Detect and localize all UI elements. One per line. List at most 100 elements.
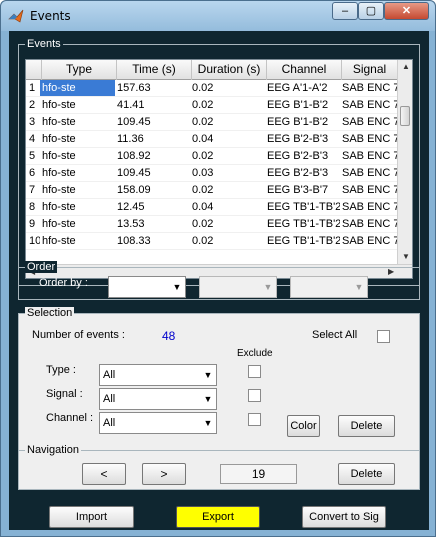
events-table[interactable]: Type Time (s) Duration (s) Channel Signa…: [25, 59, 413, 279]
row-index[interactable]: 9: [26, 216, 40, 232]
table-row[interactable]: 2 hfo-ste 41.41 0.02 EEG B'1-B'2 SAB ENC 7: [26, 97, 398, 114]
cell-time[interactable]: 108.33: [115, 233, 190, 249]
cell-duration[interactable]: 0.02: [190, 97, 265, 113]
row-index[interactable]: 1: [26, 80, 40, 96]
cell-signal[interactable]: SAB ENC 7: [340, 165, 398, 181]
cell-duration[interactable]: 0.03: [190, 165, 265, 181]
cell-type[interactable]: hfo-ste: [40, 182, 115, 198]
select-all-checkbox[interactable]: [377, 330, 390, 343]
cell-time[interactable]: 158.09: [115, 182, 190, 198]
cell-channel[interactable]: EEG B'1-B'2: [265, 97, 340, 113]
signal-exclude-checkbox[interactable]: [248, 389, 261, 402]
row-index[interactable]: 2: [26, 97, 40, 113]
table-row[interactable]: 9 hfo-ste 13.53 0.02 EEG TB'1-TB'2 SAB ENC 7: [26, 216, 398, 233]
cell-duration[interactable]: 0.02: [190, 233, 265, 249]
cell-channel[interactable]: EEG TB'1-TB'2: [265, 216, 340, 232]
cell-signal[interactable]: SAB ENC 7: [340, 114, 398, 130]
cell-duration[interactable]: 0.02: [190, 114, 265, 130]
import-button[interactable]: Import: [49, 506, 134, 528]
channel-exclude-checkbox[interactable]: [248, 413, 261, 426]
cell-channel[interactable]: EEG B'3-B'7: [265, 182, 340, 198]
cell-time[interactable]: 109.45: [115, 165, 190, 181]
cell-time[interactable]: 11.36: [115, 131, 190, 147]
column-header-index[interactable]: [26, 60, 42, 80]
cell-channel[interactable]: EEG TB'1-TB'2: [265, 199, 340, 215]
cell-signal[interactable]: SAB ENC 7: [340, 199, 398, 215]
maximize-button[interactable]: ▢: [358, 2, 384, 20]
cell-time[interactable]: 41.41: [115, 97, 190, 113]
cell-signal[interactable]: SAB ENC 7: [340, 148, 398, 164]
cell-type[interactable]: hfo-ste: [40, 97, 115, 113]
convert-to-sig-button[interactable]: Convert to Sig: [302, 506, 386, 528]
cell-duration[interactable]: 0.04: [190, 131, 265, 147]
cell-time[interactable]: 108.92: [115, 148, 190, 164]
cell-channel[interactable]: EEG B'2-B'3: [265, 131, 340, 147]
cell-channel[interactable]: EEG B'2-B'3: [265, 148, 340, 164]
cell-type[interactable]: hfo-ste: [40, 233, 115, 249]
cell-channel[interactable]: EEG B'2-B'3: [265, 165, 340, 181]
selection-delete-button[interactable]: Delete: [338, 415, 395, 437]
table-row[interactable]: 7 hfo-ste 158.09 0.02 EEG B'3-B'7 SAB ENC 7: [26, 182, 398, 199]
table-row[interactable]: 6 hfo-ste 109.45 0.03 EEG B'2-B'3 SAB ENC 7: [26, 165, 398, 182]
column-header-channel[interactable]: Channel: [267, 60, 342, 80]
order-by-select-3[interactable]: ▼: [290, 276, 368, 298]
cell-channel[interactable]: EEG TB'1-TB'2: [265, 233, 340, 249]
type-select[interactable]: All ▼: [99, 364, 217, 386]
row-index[interactable]: 5: [26, 148, 40, 164]
row-index[interactable]: 10: [26, 233, 40, 249]
cell-duration[interactable]: 0.02: [190, 182, 265, 198]
table-row[interactable]: 5 hfo-ste 108.92 0.02 EEG B'2-B'3 SAB ENC 7: [26, 148, 398, 165]
row-index[interactable]: 7: [26, 182, 40, 198]
cell-channel[interactable]: EEG A'1-A'2: [265, 80, 340, 96]
cell-signal[interactable]: SAB ENC 7: [340, 233, 398, 249]
cell-duration[interactable]: 0.04: [190, 199, 265, 215]
table-row[interactable]: 1 hfo-ste 157.63 0.02 EEG A'1-A'2 SAB ENC 7: [26, 80, 398, 97]
column-header-signal[interactable]: Signal: [342, 60, 398, 80]
cell-signal[interactable]: SAB ENC 7: [340, 216, 398, 232]
cell-type[interactable]: hfo-ste: [40, 114, 115, 130]
cell-time[interactable]: 13.53: [115, 216, 190, 232]
cell-type[interactable]: hfo-ste: [40, 216, 115, 232]
cell-duration[interactable]: 0.02: [190, 216, 265, 232]
signal-select[interactable]: All ▼: [99, 388, 217, 410]
table-row[interactable]: 8 hfo-ste 12.45 0.04 EEG TB'1-TB'2 SAB ENC 7: [26, 199, 398, 216]
type-exclude-checkbox[interactable]: [248, 365, 261, 378]
column-header-time[interactable]: Time (s): [117, 60, 192, 80]
current-event-field[interactable]: 19: [220, 464, 297, 484]
column-header-duration[interactable]: Duration (s): [192, 60, 267, 80]
cell-time[interactable]: 109.45: [115, 114, 190, 130]
cell-type[interactable]: hfo-ste: [40, 80, 115, 96]
row-index[interactable]: 3: [26, 114, 40, 130]
cell-duration[interactable]: 0.02: [190, 148, 265, 164]
table-row[interactable]: 3 hfo-ste 109.45 0.02 EEG B'1-B'2 SAB ENC 7: [26, 114, 398, 131]
order-by-select-1[interactable]: ▼: [108, 276, 186, 298]
navigation-delete-button[interactable]: Delete: [338, 463, 395, 485]
row-index[interactable]: 4: [26, 131, 40, 147]
cell-type[interactable]: hfo-ste: [40, 165, 115, 181]
table-row[interactable]: 4 hfo-ste 11.36 0.04 EEG B'2-B'3 SAB ENC 7: [26, 131, 398, 148]
scroll-down-icon[interactable]: ▼: [402, 250, 410, 264]
cell-time[interactable]: 157.63: [115, 80, 190, 96]
order-by-select-2[interactable]: ▼: [199, 276, 277, 298]
cell-type[interactable]: hfo-ste: [40, 131, 115, 147]
vertical-scrollbar[interactable]: ▲ ▼: [397, 60, 412, 266]
scroll-thumb[interactable]: [400, 106, 410, 126]
cell-type[interactable]: hfo-ste: [40, 148, 115, 164]
cell-duration[interactable]: 0.02: [190, 80, 265, 96]
cell-channel[interactable]: EEG B'1-B'2: [265, 114, 340, 130]
minimize-button[interactable]: –: [332, 2, 358, 20]
color-button[interactable]: Color: [287, 415, 320, 437]
previous-button[interactable]: <: [82, 463, 126, 485]
column-header-type[interactable]: Type: [42, 60, 117, 80]
cell-time[interactable]: 12.45: [115, 199, 190, 215]
cell-signal[interactable]: SAB ENC 7: [340, 182, 398, 198]
cell-signal[interactable]: SAB ENC 7: [340, 131, 398, 147]
table-row[interactable]: 10hfo-ste108.330.02EEG TB'1-TB'2SAB ENC …: [26, 233, 398, 250]
row-index[interactable]: 8: [26, 199, 40, 215]
row-index[interactable]: 6: [26, 165, 40, 181]
export-button[interactable]: Export: [176, 506, 260, 528]
cell-signal[interactable]: SAB ENC 7: [340, 80, 398, 96]
cell-type[interactable]: hfo-ste: [40, 199, 115, 215]
close-button[interactable]: ✕: [384, 2, 429, 20]
cell-signal[interactable]: SAB ENC 7: [340, 97, 398, 113]
